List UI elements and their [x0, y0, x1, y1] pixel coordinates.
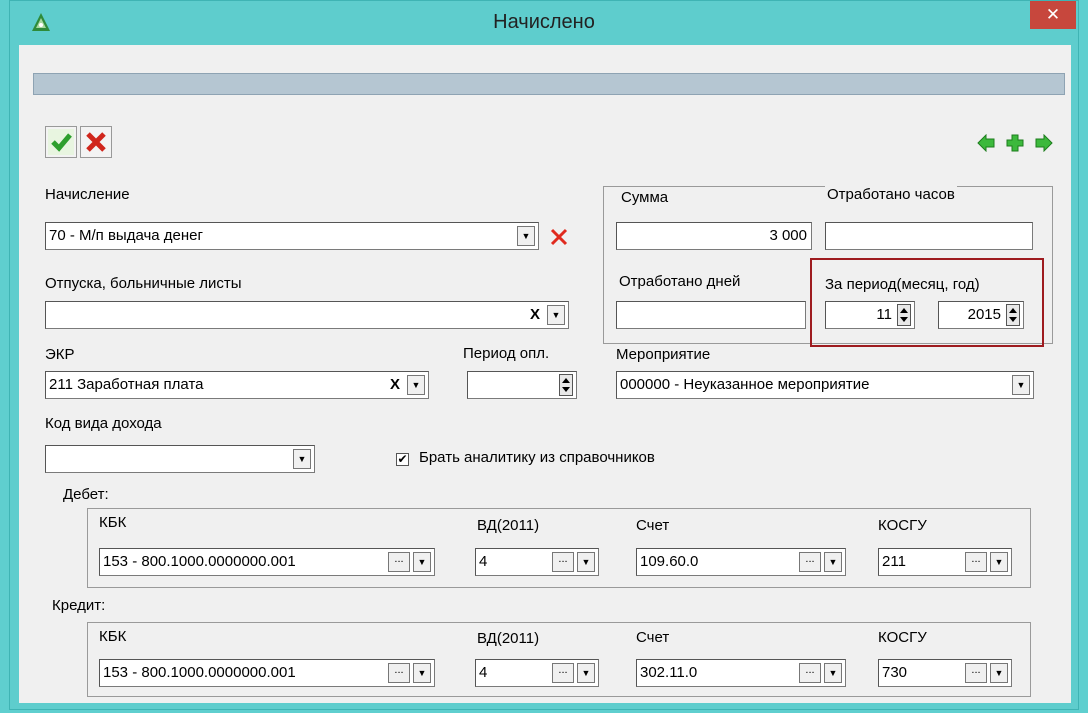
kredit-schet-lookup-button[interactable]: ... — [799, 663, 821, 683]
ekr-value: 211 Заработная плата — [49, 376, 204, 393]
debet-kbk-select[interactable]: 153 - 800.1000.0000000.001 ... ▼ — [99, 548, 435, 576]
debet-kbk-label: КБК — [99, 514, 127, 531]
summa-input[interactable]: 3 000 — [616, 222, 812, 250]
debet-vd-label: ВД(2011) — [477, 517, 540, 534]
month-input[interactable]: 11 — [825, 301, 915, 329]
otpuska-select[interactable]: X ▼ — [45, 301, 569, 329]
kredit-kbk-value: 153 - 800.1000.0000000.001 — [103, 664, 296, 681]
ekr-select[interactable]: 211 Заработная плата X ▼ — [45, 371, 429, 399]
dialog-body: Начисление 70 - М/п выдача денег ▼ Отпус… — [19, 45, 1071, 703]
debet-vd-select[interactable]: 4 ... ▼ — [475, 548, 599, 576]
month-spinner[interactable] — [897, 304, 911, 326]
clear-icon[interactable] — [549, 227, 569, 247]
debet-vd-lookup-button[interactable]: ... — [552, 552, 574, 572]
debet-schet-value: 109.60.0 — [640, 553, 699, 570]
otpuska-clear-button[interactable]: X — [526, 305, 544, 325]
kredit-vd-label: ВД(2011) — [477, 630, 540, 647]
kredit-kosgu-select[interactable]: 730 ... ▼ — [878, 659, 1012, 687]
kredit-vd-dropdown-button[interactable]: ▼ — [577, 663, 595, 683]
debet-kosgu-label: КОСГУ — [878, 517, 927, 534]
nachislenie-dropdown-button[interactable]: ▼ — [517, 226, 535, 246]
kredit-schet-label: Счет — [636, 629, 670, 646]
title-bar: Начислено ✕ — [10, 1, 1078, 45]
year-value: 2015 — [967, 306, 1001, 323]
kredit-kbk-label: КБК — [99, 628, 127, 645]
meropriyatie-select[interactable]: 000000 - Неуказанное мероприятие ▼ — [616, 371, 1034, 399]
cancel-button[interactable] — [80, 126, 112, 158]
debet-vd-value: 4 — [479, 553, 488, 570]
za-period-label: За период(месяц, год) — [825, 276, 980, 293]
days-input[interactable] — [616, 301, 806, 329]
kredit-schet-select[interactable]: 302.11.0 ... ▼ — [636, 659, 846, 687]
debet-kosgu-value: 211 — [882, 553, 906, 570]
hours-label: Отработано часов — [825, 186, 957, 203]
kod-vida-dropdown-button[interactable]: ▼ — [293, 449, 311, 469]
debet-kosgu-dropdown-button[interactable]: ▼ — [990, 552, 1008, 572]
cross-icon — [86, 132, 106, 152]
debet-schet-label: Счет — [636, 517, 670, 534]
kredit-kbk-lookup-button[interactable]: ... — [388, 663, 410, 683]
status-strip — [33, 73, 1065, 95]
otpuska-dropdown-button[interactable]: ▼ — [547, 305, 565, 325]
nachislenie-label: Начисление — [45, 186, 130, 203]
debet-kosgu-lookup-button[interactable]: ... — [965, 552, 987, 572]
kredit-kosgu-label: КОСГУ — [878, 629, 927, 646]
kredit-vd-select[interactable]: 4 ... ▼ — [475, 659, 599, 687]
year-spinner[interactable] — [1006, 304, 1020, 326]
kredit-kosgu-dropdown-button[interactable]: ▼ — [990, 663, 1008, 683]
plus-icon[interactable] — [1006, 134, 1024, 152]
year-input[interactable]: 2015 — [938, 301, 1024, 329]
kredit-kosgu-lookup-button[interactable]: ... — [965, 663, 987, 683]
kredit-kosgu-value: 730 — [882, 664, 908, 681]
debet-schet-select[interactable]: 109.60.0 ... ▼ — [636, 548, 846, 576]
otpuska-label: Отпуска, больничные листы — [45, 275, 242, 292]
kredit-label: Кредит: — [52, 597, 106, 614]
days-label: Отработано дней — [619, 273, 741, 290]
nachislenie-select[interactable]: 70 - М/п выдача денег ▼ — [45, 222, 539, 250]
window-title: Начислено — [493, 11, 595, 33]
hours-input[interactable] — [825, 222, 1033, 250]
dialog-window: Начислено ✕ Начисление 70 - М/п выдача д… — [9, 0, 1079, 710]
ok-button[interactable] — [45, 126, 77, 158]
debet-kosgu-select[interactable]: 211 ... ▼ — [878, 548, 1012, 576]
kod-vida-select[interactable]: ▼ — [45, 445, 315, 473]
ekr-clear-button[interactable]: X — [386, 375, 404, 395]
ekr-dropdown-button[interactable]: ▼ — [407, 375, 425, 395]
meropriyatie-label: Мероприятие — [616, 346, 711, 363]
debet-kbk-value: 153 - 800.1000.0000000.001 — [103, 553, 296, 570]
nachislenie-value: 70 - М/п выдача денег — [49, 227, 203, 244]
check-icon — [48, 129, 74, 155]
summa-label: Сумма — [619, 189, 671, 206]
debet-schet-lookup-button[interactable]: ... — [799, 552, 821, 572]
meropriyatie-dropdown-button[interactable]: ▼ — [1012, 375, 1030, 395]
meropriyatie-value: 000000 - Неуказанное мероприятие — [620, 376, 870, 393]
debet-kbk-lookup-button[interactable]: ... — [388, 552, 410, 572]
month-value: 11 — [876, 306, 892, 323]
period-opl-label: Период опл. — [463, 345, 550, 362]
debet-vd-dropdown-button[interactable]: ▼ — [577, 552, 595, 572]
period-opl-input[interactable] — [467, 371, 577, 399]
kredit-schet-value: 302.11.0 — [640, 664, 698, 681]
kod-vida-label: Код вида дохода — [45, 415, 162, 432]
debet-label: Дебет: — [63, 486, 109, 503]
close-button[interactable]: ✕ — [1030, 1, 1076, 29]
kredit-schet-dropdown-button[interactable]: ▼ — [824, 663, 842, 683]
kredit-kbk-dropdown-button[interactable]: ▼ — [413, 663, 431, 683]
kredit-kbk-select[interactable]: 153 - 800.1000.0000000.001 ... ▼ — [99, 659, 435, 687]
kredit-vd-value: 4 — [479, 664, 488, 681]
debet-schet-dropdown-button[interactable]: ▼ — [824, 552, 842, 572]
kredit-vd-lookup-button[interactable]: ... — [552, 663, 574, 683]
brat-checkbox[interactable]: ✔ — [396, 453, 409, 466]
arrow-right-icon[interactable] — [1035, 134, 1053, 152]
brat-label: Брать аналитику из справочников — [419, 449, 655, 466]
arrow-left-icon[interactable] — [977, 134, 995, 152]
debet-kbk-dropdown-button[interactable]: ▼ — [413, 552, 431, 572]
ekr-label: ЭКР — [45, 346, 75, 363]
period-opl-spinner[interactable] — [559, 374, 573, 396]
